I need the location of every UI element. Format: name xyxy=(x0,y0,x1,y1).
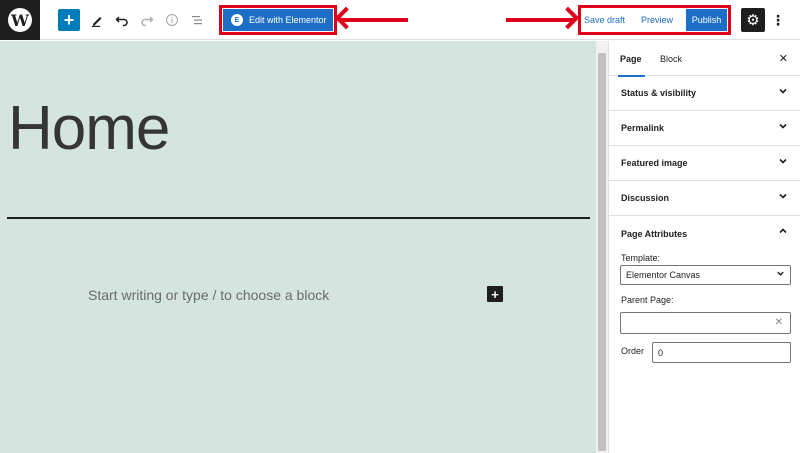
elementor-icon: E xyxy=(231,14,243,26)
template-select[interactable]: Elementor Canvas xyxy=(620,265,791,285)
panel-title: Discussion xyxy=(621,193,670,203)
block-inserter-toggle[interactable]: + xyxy=(58,9,80,31)
chevron-up-icon xyxy=(778,226,788,239)
panel-title: Status & visibility xyxy=(621,88,697,98)
template-label: Template: xyxy=(621,253,661,263)
panel-featured-image[interactable]: Featured image xyxy=(609,146,800,181)
details-button[interactable] xyxy=(161,9,183,31)
list-view-button[interactable] xyxy=(186,9,208,31)
order-label: Order xyxy=(621,346,645,356)
panel-page-attributes[interactable]: Page Attributes xyxy=(609,216,800,251)
wordpress-logo-icon: W xyxy=(8,8,32,32)
edit-with-elementor-label: Edit with Elementor xyxy=(249,15,327,25)
list-view-icon xyxy=(192,16,202,25)
scrollbar-thumb[interactable] xyxy=(598,53,606,451)
panel-discussion[interactable]: Discussion xyxy=(609,181,800,216)
tab-page[interactable]: Page xyxy=(618,41,644,77)
chevron-down-icon xyxy=(778,156,788,169)
page-title[interactable]: Home xyxy=(8,93,170,164)
options-menu-button[interactable]: ⋮ xyxy=(771,9,785,31)
close-sidebar-button[interactable]: ✕ xyxy=(779,41,788,76)
editor-canvas[interactable]: Home Start writing or type / to choose a… xyxy=(0,41,596,453)
parent-page-label: Parent Page: xyxy=(621,295,674,305)
publish-button[interactable]: Publish xyxy=(686,9,727,31)
paragraph-placeholder[interactable]: Start writing or type / to choose a bloc… xyxy=(88,287,329,303)
panel-title: Featured image xyxy=(621,158,688,168)
redo-icon xyxy=(141,16,154,27)
separator-block xyxy=(7,217,590,219)
preview-button[interactable]: Preview xyxy=(641,9,673,31)
order-input[interactable]: 0 xyxy=(652,342,791,363)
sidebar-tabs: Page Block ✕ xyxy=(609,41,800,77)
tab-block[interactable]: Block xyxy=(660,41,682,76)
redo-button[interactable] xyxy=(136,9,158,31)
panel-status-visibility[interactable]: Status & visibility xyxy=(609,76,800,111)
more-vertical-icon: ⋮ xyxy=(771,11,785,28)
edit-with-elementor-button[interactable]: E Edit with Elementor xyxy=(223,9,333,31)
wordpress-logo-button[interactable]: W xyxy=(0,0,40,40)
panel-title: Permalink xyxy=(621,123,665,133)
chevron-down-icon xyxy=(776,269,785,280)
canvas-scrollbar[interactable] xyxy=(596,41,608,453)
add-block-button[interactable]: + xyxy=(487,286,503,302)
undo-button[interactable] xyxy=(111,9,133,31)
pencil-icon xyxy=(92,17,102,27)
tools-button[interactable] xyxy=(86,9,108,31)
save-draft-button[interactable]: Save draft xyxy=(584,9,625,31)
parent-page-combobox[interactable]: ✕ xyxy=(620,312,791,334)
settings-sidebar: Page Block ✕ Status & visibility Permali… xyxy=(608,41,800,453)
info-icon xyxy=(165,13,179,27)
clear-icon[interactable]: ✕ xyxy=(775,317,783,328)
chevron-down-icon xyxy=(778,86,788,99)
undo-icon xyxy=(115,16,128,27)
chevron-down-icon xyxy=(778,191,788,204)
gear-icon: ⚙ xyxy=(746,12,760,29)
panel-title: Page Attributes xyxy=(621,228,688,239)
editor-header: W + E Edit with Elementor Save draft Pre… xyxy=(0,0,800,40)
template-select-value: Elementor Canvas xyxy=(626,270,701,280)
order-value: 0 xyxy=(658,347,664,358)
settings-button[interactable]: ⚙ xyxy=(741,8,765,32)
close-icon: ✕ xyxy=(778,53,788,65)
panel-permalink[interactable]: Permalink xyxy=(609,111,800,146)
right-annotation-arrow xyxy=(506,18,574,22)
chevron-down-icon xyxy=(778,121,788,134)
left-annotation-arrow xyxy=(340,18,408,22)
